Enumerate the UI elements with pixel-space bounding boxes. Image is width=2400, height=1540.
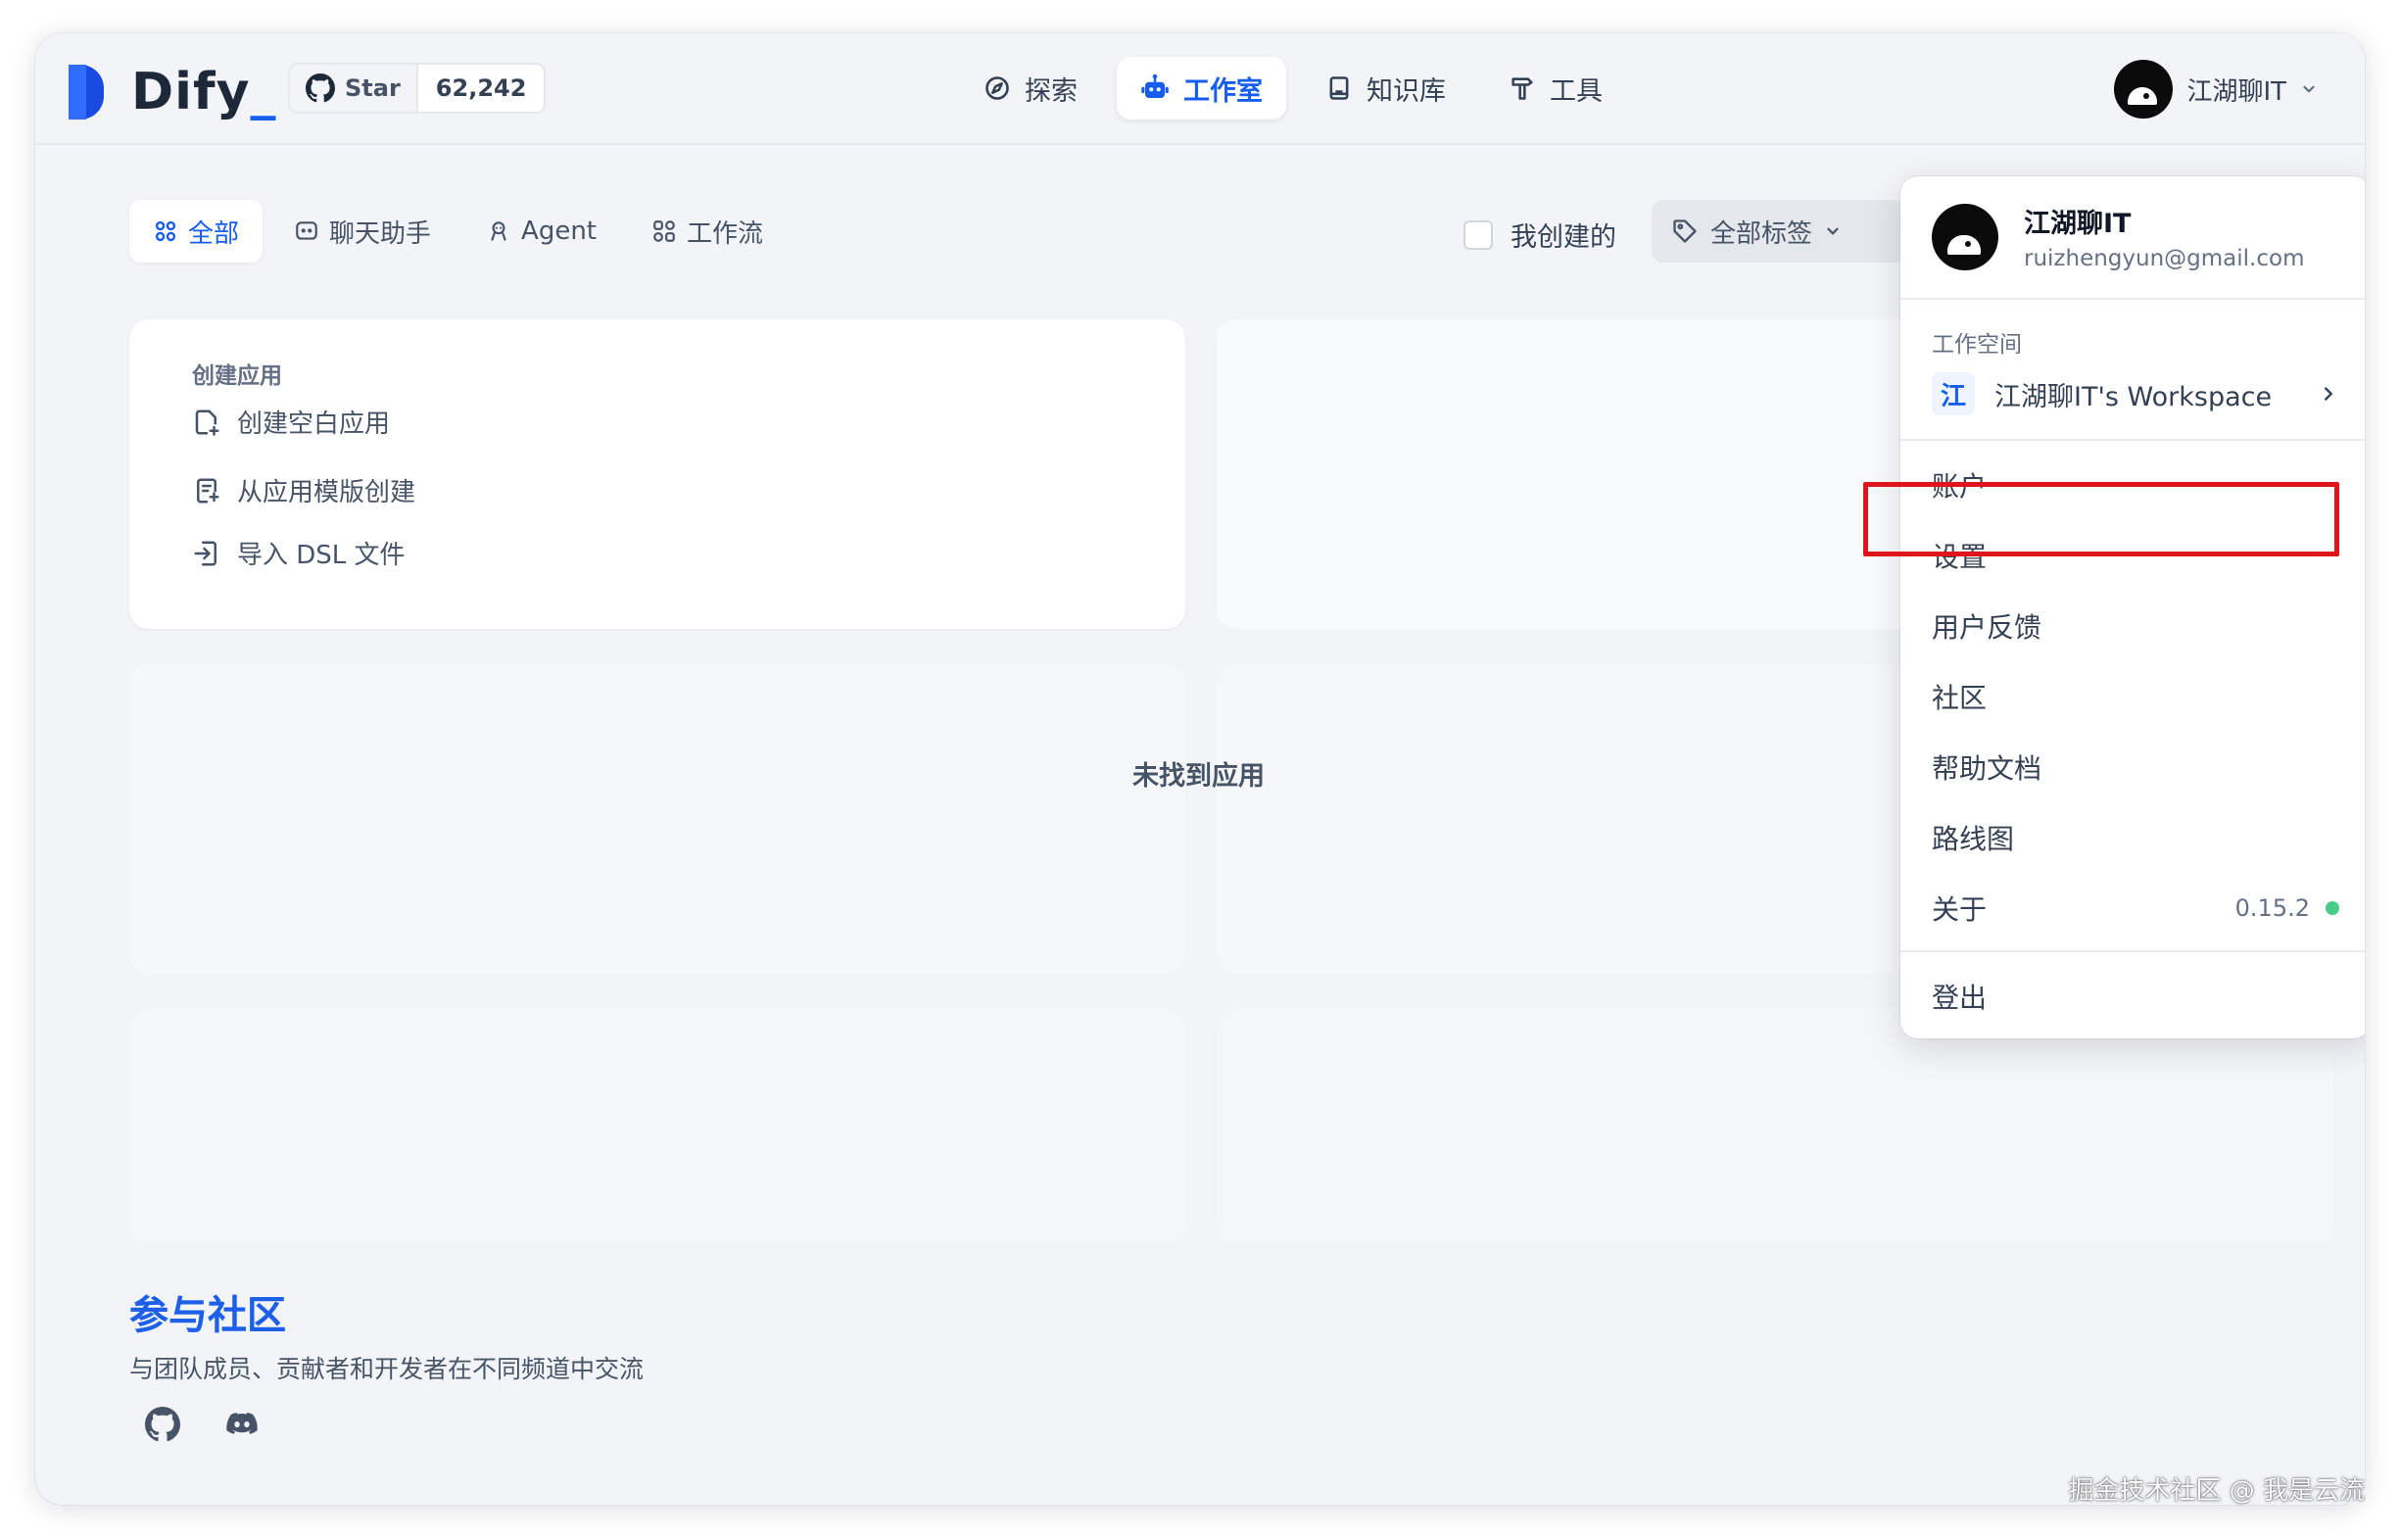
dropdown-user-info: 江湖聊IT ruizhengyun@gmail.com [1932, 202, 2304, 271]
compass-icon [984, 74, 1011, 102]
dify-logo-text: Dify_ [131, 63, 277, 121]
chevron-down-icon [1824, 222, 1842, 240]
tab-agent-label: Agent [521, 217, 597, 246]
create-from-template-button[interactable]: 从应用模版创建 [192, 472, 415, 508]
create-app-card: 创建应用 创建空白应用 从应用模版创建 导入 DSL 文件 [129, 319, 1185, 629]
version-number: 0.15.2 [2234, 894, 2310, 922]
settings-highlight-box [1863, 482, 2339, 556]
placeholder-card [129, 1009, 1185, 1244]
chevron-right-icon [2318, 383, 2339, 405]
dropdown-user-name: 江湖聊IT [2024, 209, 2132, 239]
tab-all[interactable]: 全部 [129, 200, 264, 263]
tab-agent[interactable]: Agent [462, 200, 620, 263]
import-dsl-label: 导入 DSL 文件 [237, 541, 406, 570]
created-by-me-checkbox[interactable] [1464, 219, 1493, 250]
main-nav: 探索 工作室 知识库 工具 [960, 57, 1626, 120]
tag-icon [1671, 217, 1699, 245]
nav-explore-label: 探索 [1025, 75, 1078, 107]
github-star-count: 62,242 [415, 65, 545, 112]
nav-tools[interactable]: 工具 [1485, 57, 1626, 120]
tab-workflow[interactable]: 工作流 [628, 200, 787, 263]
community-title: 参与社区 [129, 1283, 644, 1340]
menu-item-feedback[interactable]: 用户反馈 [1932, 596, 2339, 656]
workspace-selector[interactable]: 江 江湖聊IT's Workspace [1932, 366, 2339, 421]
github-star-badge[interactable]: Star 62,242 [288, 63, 547, 114]
menu-item-community[interactable]: 社区 [1932, 666, 2339, 727]
nav-knowledge[interactable]: 知识库 [1302, 57, 1469, 120]
watermark: 掘金技术社区 @ 我是云流 [2068, 1476, 2365, 1506]
hammer-icon [1509, 74, 1536, 102]
chevron-down-icon [2300, 80, 2318, 98]
chat-icon [294, 218, 319, 244]
tags-filter-label: 全部标签 [1710, 218, 1813, 249]
community-subtitle: 与团队成员、贡献者和开发者在不同频道中交流 [129, 1355, 645, 1383]
user-dropdown-menu: 江湖聊IT ruizhengyun@gmail.com 工作空间 江 江湖聊IT… [1900, 176, 2365, 1038]
app-type-tabs: 全部 聊天助手 Agent 工作流 [129, 200, 787, 263]
workspace-label: 工作空间 [1932, 332, 2022, 358]
github-star-button[interactable]: Star [290, 65, 416, 112]
avatar [2114, 60, 2174, 119]
nav-knowledge-label: 知识库 [1367, 75, 1446, 107]
divider [1900, 950, 2365, 952]
user-menu-button[interactable]: 江湖聊IT [2108, 55, 2329, 123]
menu-item-logout[interactable]: 登出 [1932, 966, 2339, 1027]
create-blank-app-button[interactable]: 创建空白应用 [192, 404, 390, 440]
user-name: 江湖聊IT [2186, 76, 2286, 107]
menu-item-about-label: 关于 [1932, 893, 1988, 926]
tab-chat-label: 聊天助手 [329, 218, 432, 249]
nav-tools-label: 工具 [1550, 75, 1603, 107]
menu-item-help-docs[interactable]: 帮助文档 [1932, 737, 2339, 797]
empty-state-text: 未找到应用 [1132, 761, 1265, 792]
tab-workflow-label: 工作流 [687, 218, 764, 249]
menu-item-roadmap[interactable]: 路线图 [1932, 807, 2339, 868]
robot-icon [1140, 73, 1170, 103]
workspace-name: 江湖聊IT's Workspace [1994, 381, 2273, 412]
nav-explore[interactable]: 探索 [960, 57, 1101, 120]
create-app-title: 创建应用 [192, 363, 282, 389]
divider [1900, 439, 2365, 441]
import-dsl-button[interactable]: 导入 DSL 文件 [192, 535, 406, 571]
dify-logo-mark [69, 65, 118, 120]
app-window: Dify_ Star 62,242 探索 工作室 知识库 工具 江湖聊IT 全部… [35, 33, 2365, 1505]
book-icon [1325, 74, 1353, 102]
community-links [145, 1407, 261, 1442]
top-header: Dify_ Star 62,242 探索 工作室 知识库 工具 江湖聊IT [35, 33, 2365, 145]
created-by-me-label: 我创建的 [1511, 222, 1616, 253]
github-icon[interactable] [145, 1407, 180, 1442]
agent-icon [486, 218, 511, 244]
dify-logo[interactable]: Dify_ [69, 63, 277, 121]
created-by-me-filter[interactable]: 我创建的 [1464, 216, 1616, 254]
placeholder-card [129, 664, 1185, 974]
discord-icon[interactable] [223, 1407, 261, 1442]
create-blank-app-label: 创建空白应用 [237, 409, 391, 439]
divider [1900, 298, 2365, 300]
community-section: 参与社区 与团队成员、贡献者和开发者在不同频道中交流 [129, 1283, 645, 1442]
github-star-label: Star [345, 74, 401, 102]
workspace-badge: 江 [1932, 372, 1975, 415]
file-import-icon [192, 539, 221, 568]
tab-all-label: 全部 [188, 218, 240, 249]
tab-chat-assistant[interactable]: 聊天助手 [270, 200, 455, 263]
status-dot [2326, 901, 2339, 915]
file-plus-icon [192, 408, 221, 437]
file-template-icon [192, 476, 221, 505]
dropdown-user-email: ruizhengyun@gmail.com [2024, 246, 2305, 271]
grid-icon [153, 218, 178, 244]
placeholder-card [1217, 1009, 2333, 1244]
avatar [1932, 203, 1998, 270]
create-from-template-label: 从应用模版创建 [237, 478, 416, 507]
github-icon [306, 73, 335, 103]
nav-studio-label: 工作室 [1183, 75, 1263, 107]
menu-item-about[interactable]: 关于 0.15.2 [1932, 878, 2339, 938]
tags-filter-select[interactable]: 全部标签 [1652, 200, 1906, 263]
workflow-icon [651, 218, 677, 244]
nav-studio[interactable]: 工作室 [1117, 57, 1286, 120]
version-info: 0.15.2 [2235, 894, 2339, 922]
